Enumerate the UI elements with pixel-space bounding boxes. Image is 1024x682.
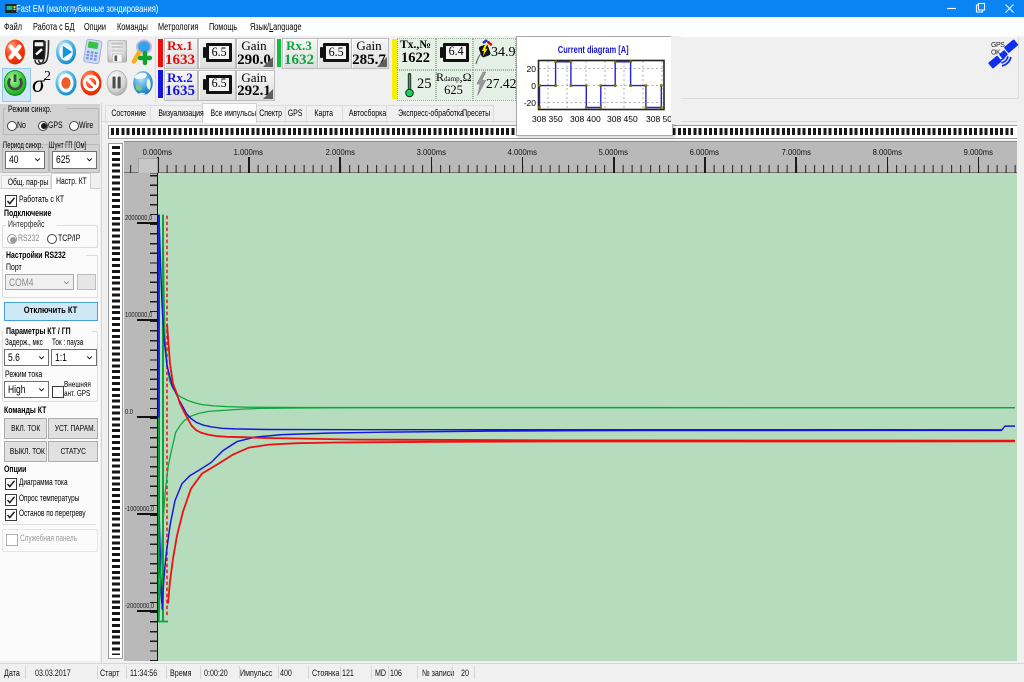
svg-text:2: 2 [44, 69, 51, 84]
svg-text:GPS: GPS [991, 42, 1005, 49]
svg-text:OK: OK [991, 50, 1001, 57]
